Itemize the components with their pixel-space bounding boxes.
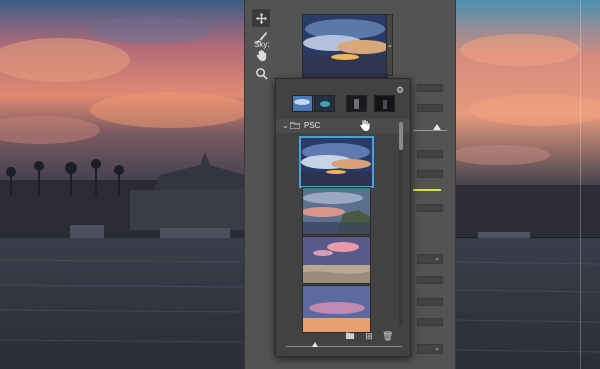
category-thumbnail-spectacular[interactable] [314,95,335,112]
sky-thumbnail[interactable] [302,236,371,284]
hand-cursor-icon [359,119,371,132]
sky-dropdown-button[interactable]: ⌄ [386,14,393,76]
setting-field[interactable] [417,170,443,178]
scrollbar-thumb[interactable] [399,122,403,150]
setting-field[interactable] [417,104,443,112]
setting-field[interactable] [417,318,443,326]
setting-field[interactable] [417,276,443,284]
chevron-down-icon: ⌄ [387,42,393,49]
category-thumbnail-dark[interactable] [374,95,395,112]
new-sky-icon[interactable]: ⊞ [364,331,374,341]
setting-field[interactable] [417,204,443,212]
chevron-down-icon: ⌄ [434,345,440,352]
category-thumbnail-sunset[interactable] [346,95,367,112]
setting-field[interactable] [417,84,443,92]
dropdown-field[interactable]: ⌄ [417,344,443,354]
slider-track [413,130,447,131]
sky-picker-popup: ⚙ ⌄ PSC 🖿 ⊞ 🗑 [275,78,411,357]
category-thumbnail-blue-sky[interactable] [292,95,313,112]
move-sky-tool-icon[interactable] [252,9,270,27]
dropdown-field[interactable]: ⌄ [417,254,443,264]
sky-thumbnail[interactable] [302,285,371,333]
sky-thumbnail[interactable] [302,187,371,235]
highlight-line [413,189,441,191]
scrollbar[interactable] [399,122,403,326]
thumbnail-size-slider[interactable] [286,346,402,347]
folder-icon [290,122,300,129]
folder-name: PSC [304,121,321,130]
gear-icon[interactable]: ⚙ [396,85,408,97]
delete-icon[interactable]: 🗑 [382,331,393,341]
thumbnail-size-slider-thumb[interactable] [312,342,318,347]
folder-row-psc[interactable]: ⌄ PSC [276,119,410,133]
setting-field[interactable] [417,150,443,158]
chevron-down-icon[interactable]: ⌄ [282,121,289,130]
slider-thumb[interactable] [433,124,441,130]
canvas-edge-line [580,0,581,369]
setting-field[interactable] [417,298,443,306]
sky-preview[interactable] [302,14,388,78]
zoom-tool-icon[interactable] [252,64,270,82]
sky-label: Sky: [254,40,270,49]
sky-thumbnail-selected[interactable] [299,136,374,188]
chevron-down-icon: ⌄ [434,255,440,262]
new-group-icon[interactable]: 🖿 [345,331,355,341]
